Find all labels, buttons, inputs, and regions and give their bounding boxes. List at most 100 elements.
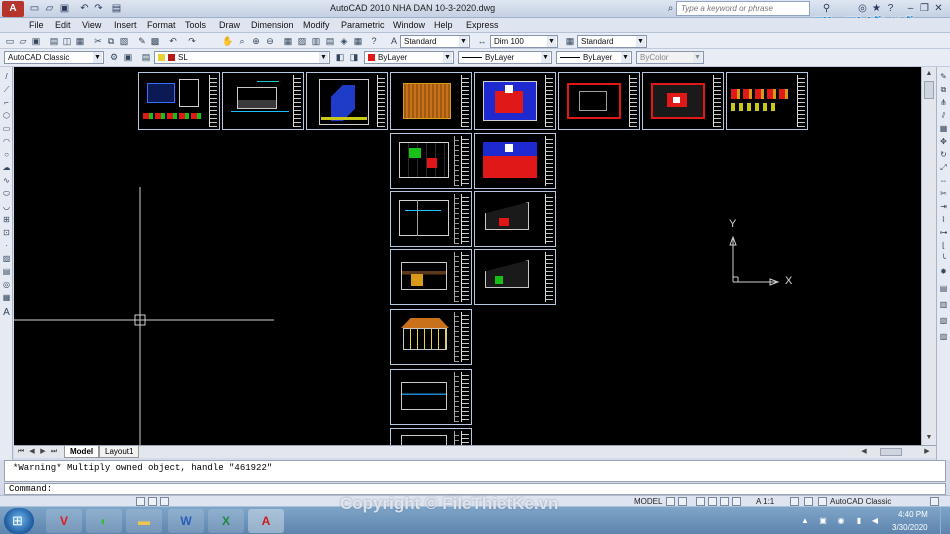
- table-icon[interactable]: ▦: [1, 292, 12, 303]
- open-file-icon[interactable]: ▱: [43, 2, 56, 15]
- model-space-label[interactable]: MODEL: [634, 497, 662, 506]
- ellipse-icon[interactable]: ⬭: [1, 188, 12, 199]
- menu-tools[interactable]: Tools: [185, 20, 206, 30]
- sheet-floor-outline[interactable]: [558, 72, 640, 130]
- quick-view-drawings-icon[interactable]: [678, 497, 687, 506]
- circle-icon[interactable]: ○: [1, 149, 12, 160]
- save-icon[interactable]: ▣: [30, 35, 42, 47]
- workspace-select[interactable]: AutoCAD Classic ▼: [4, 51, 104, 64]
- break-icon[interactable]: ⌇: [938, 214, 949, 225]
- search-input[interactable]: Type a keyword or phrase: [676, 1, 810, 16]
- undo-icon[interactable]: ↶: [78, 2, 91, 15]
- sheet-front-elevation[interactable]: [390, 249, 472, 305]
- prev-tab-icon[interactable]: ◀: [27, 447, 37, 457]
- menu-window[interactable]: Window: [393, 20, 425, 30]
- zoom-window-icon[interactable]: ⊕: [250, 35, 262, 47]
- dim-style-icon[interactable]: ↔: [476, 35, 488, 47]
- sheet-stair-detail[interactable]: [306, 72, 388, 130]
- tray-keyboard-icon[interactable]: ◉: [836, 516, 846, 526]
- point-icon[interactable]: ·: [1, 240, 12, 251]
- line-icon[interactable]: /: [1, 71, 12, 82]
- copy-icon[interactable]: ⧉: [105, 35, 117, 47]
- first-tab-icon[interactable]: ⏮: [16, 447, 26, 457]
- annotation-scale[interactable]: A 1:1: [756, 497, 774, 506]
- spline-icon[interactable]: ∿: [1, 175, 12, 186]
- sheet-elevation-a[interactable]: [222, 72, 304, 130]
- showmotion-icon[interactable]: [732, 497, 741, 506]
- workspace-switch-icon[interactable]: [818, 497, 827, 506]
- gradient-icon[interactable]: ▤: [1, 266, 12, 277]
- menu-file[interactable]: File: [29, 20, 44, 30]
- erase-icon[interactable]: ✎: [938, 71, 949, 82]
- layer-previous-icon[interactable]: ◨: [348, 51, 360, 63]
- dim-style-select[interactable]: Dim 100 ▼: [490, 35, 558, 48]
- linetype-select[interactable]: ByLayer ▼: [458, 51, 552, 64]
- new-icon[interactable]: ▭: [4, 35, 16, 47]
- open-icon[interactable]: ▱: [17, 35, 29, 47]
- move-icon[interactable]: ✥: [938, 136, 949, 147]
- scroll-up-icon[interactable]: ▲: [924, 69, 934, 79]
- array-icon[interactable]: ▦: [938, 123, 949, 134]
- table-style-icon[interactable]: ▦: [564, 35, 576, 47]
- sheet-roof-plan[interactable]: [390, 72, 472, 130]
- autocad-logo-icon[interactable]: A: [2, 1, 24, 17]
- block-editor-icon[interactable]: ▩: [149, 35, 161, 47]
- steering-wheel-icon[interactable]: [720, 497, 729, 506]
- annotation-visibility-icon[interactable]: [790, 497, 799, 506]
- save-icon[interactable]: ▣: [58, 2, 71, 15]
- vertical-scrollbar[interactable]: ▲ ▼: [921, 67, 936, 445]
- sheet-color-plan-a[interactable]: [474, 72, 556, 130]
- properties-icon[interactable]: ▦: [282, 35, 294, 47]
- markup-icon[interactable]: ◈: [338, 35, 350, 47]
- calculator-icon[interactable]: ▦: [352, 35, 364, 47]
- menu-edit[interactable]: Edit: [55, 20, 71, 30]
- polyline-icon[interactable]: ⌐: [1, 97, 12, 108]
- publish-icon[interactable]: ▦: [74, 35, 86, 47]
- tray-app-icon[interactable]: ▣: [818, 516, 828, 526]
- tool-palettes-icon[interactable]: ▥: [310, 35, 322, 47]
- tray-network-icon[interactable]: ▮: [854, 516, 864, 526]
- taskbar-excel-icon[interactable]: X: [208, 509, 244, 533]
- undo-icon[interactable]: ↶: [167, 35, 179, 47]
- lineweight-select[interactable]: ByLayer ▼: [556, 51, 632, 64]
- extend-icon[interactable]: ⇥: [938, 201, 949, 212]
- trim-icon[interactable]: ✂: [938, 188, 949, 199]
- join-icon[interactable]: ⊶: [938, 227, 949, 238]
- plot-icon[interactable]: ▤: [48, 35, 60, 47]
- revision-cloud-icon[interactable]: ☁: [1, 162, 12, 173]
- rectangle-icon[interactable]: ▭: [1, 123, 12, 134]
- redo-icon[interactable]: ↷: [186, 35, 198, 47]
- quick-view-layouts-icon[interactable]: [666, 497, 675, 506]
- snap-toggle-icon[interactable]: [136, 497, 145, 506]
- sheet-color-plan-b[interactable]: [642, 72, 724, 130]
- menu-parametric[interactable]: Parametric: [341, 20, 385, 30]
- auto-scale-icon[interactable]: [804, 497, 813, 506]
- sheet-color-floor[interactable]: [474, 133, 556, 189]
- stretch-icon[interactable]: ⇔: [938, 175, 949, 186]
- drawing-area[interactable]: Y X: [14, 67, 921, 445]
- arc-icon[interactable]: ◠: [1, 136, 12, 147]
- grid-toggle-icon[interactable]: [148, 497, 157, 506]
- taskbar-explorer-icon[interactable]: ▬: [126, 509, 162, 533]
- zoom-realtime-icon[interactable]: ⌕: [236, 35, 248, 47]
- next-tab-icon[interactable]: ▶: [38, 447, 48, 457]
- ellipse-arc-icon[interactable]: ◡: [1, 201, 12, 212]
- tray-volume-icon[interactable]: ◀: [870, 516, 880, 526]
- taskbar-coccoc-icon[interactable]: ◐: [86, 509, 122, 533]
- chamfer-icon[interactable]: ⌊: [938, 240, 949, 251]
- text-style-select[interactable]: Standard ▼: [400, 35, 470, 48]
- multiline-text-icon[interactable]: A: [1, 307, 12, 318]
- menu-express[interactable]: Express: [466, 20, 499, 30]
- explode-icon[interactable]: ✸: [938, 266, 949, 277]
- offset-icon[interactable]: ⫽: [938, 110, 949, 121]
- rotate-icon[interactable]: ↻: [938, 149, 949, 160]
- layer-tools-icon[interactable]: ▨: [938, 331, 949, 342]
- make-current-icon[interactable]: ◧: [334, 51, 346, 63]
- plot-icon[interactable]: ▤: [110, 2, 123, 15]
- sheet-roof-elevation[interactable]: [390, 309, 472, 365]
- workspace-status[interactable]: AutoCAD Classic: [830, 497, 891, 506]
- horizontal-scroll-thumb[interactable]: [880, 448, 902, 456]
- taskbar-autocad-icon[interactable]: A: [248, 509, 284, 533]
- fillet-icon[interactable]: ╰: [938, 253, 949, 264]
- scroll-down-icon[interactable]: ▼: [924, 433, 934, 443]
